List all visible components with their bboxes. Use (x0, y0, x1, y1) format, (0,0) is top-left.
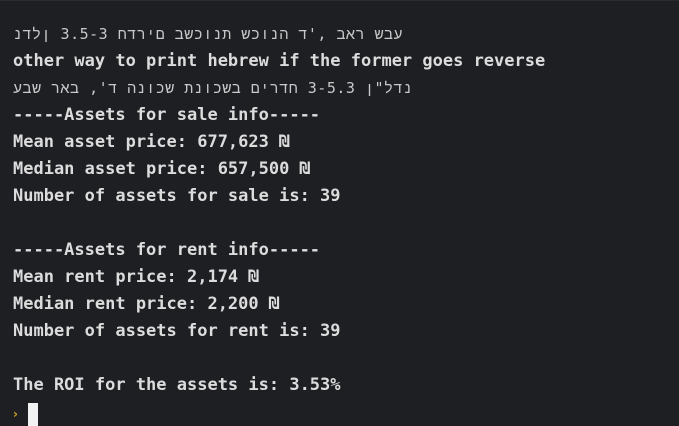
terminal-window[interactable]: עבש ראב ,'ד הנוכש תנוכשב םירדח 3.5-3 ןלד… (0, 0, 679, 426)
terminal-output: עבש ראב ,'ד הנוכש תנוכשב םירדח 3.5-3 ןלד… (13, 21, 545, 399)
output-line-note: other way to print hebrew if the former … (13, 51, 546, 71)
mean-asset-price-line: Mean asset price: 677,623 ₪ (13, 132, 290, 152)
mean-rent-price-line: Mean rent price: 2,174 ₪ (13, 267, 259, 287)
prompt-arrow-icon: › (13, 407, 18, 421)
median-rent-price-line: Median rent price: 2,200 ₪ (13, 294, 280, 314)
command-prompt[interactable]: › (13, 402, 38, 426)
assets-for-rent-count-line: Number of assets for rent is: 39 (13, 321, 341, 341)
roi-line: The ROI for the assets is: 3.53% (13, 375, 341, 395)
assets-for-sale-count-line: Number of assets for sale is: 39 (13, 186, 341, 206)
rent-section-header: -----Assets for rent info----- (13, 240, 321, 260)
output-line-hebrew: נדל"ן 3-5.3 חדרים בשכונת שכונה ד', באר ש… (13, 79, 413, 97)
median-asset-price-line: Median asset price: 657,500 ₪ (13, 159, 310, 179)
output-line-hebrew-reversed: עבש ראב ,'ד הנוכש תנוכשב םירדח 3.5-3 ןלד… (13, 25, 403, 43)
text-cursor[interactable] (27, 402, 38, 426)
sale-section-header: -----Assets for sale info----- (13, 105, 321, 125)
